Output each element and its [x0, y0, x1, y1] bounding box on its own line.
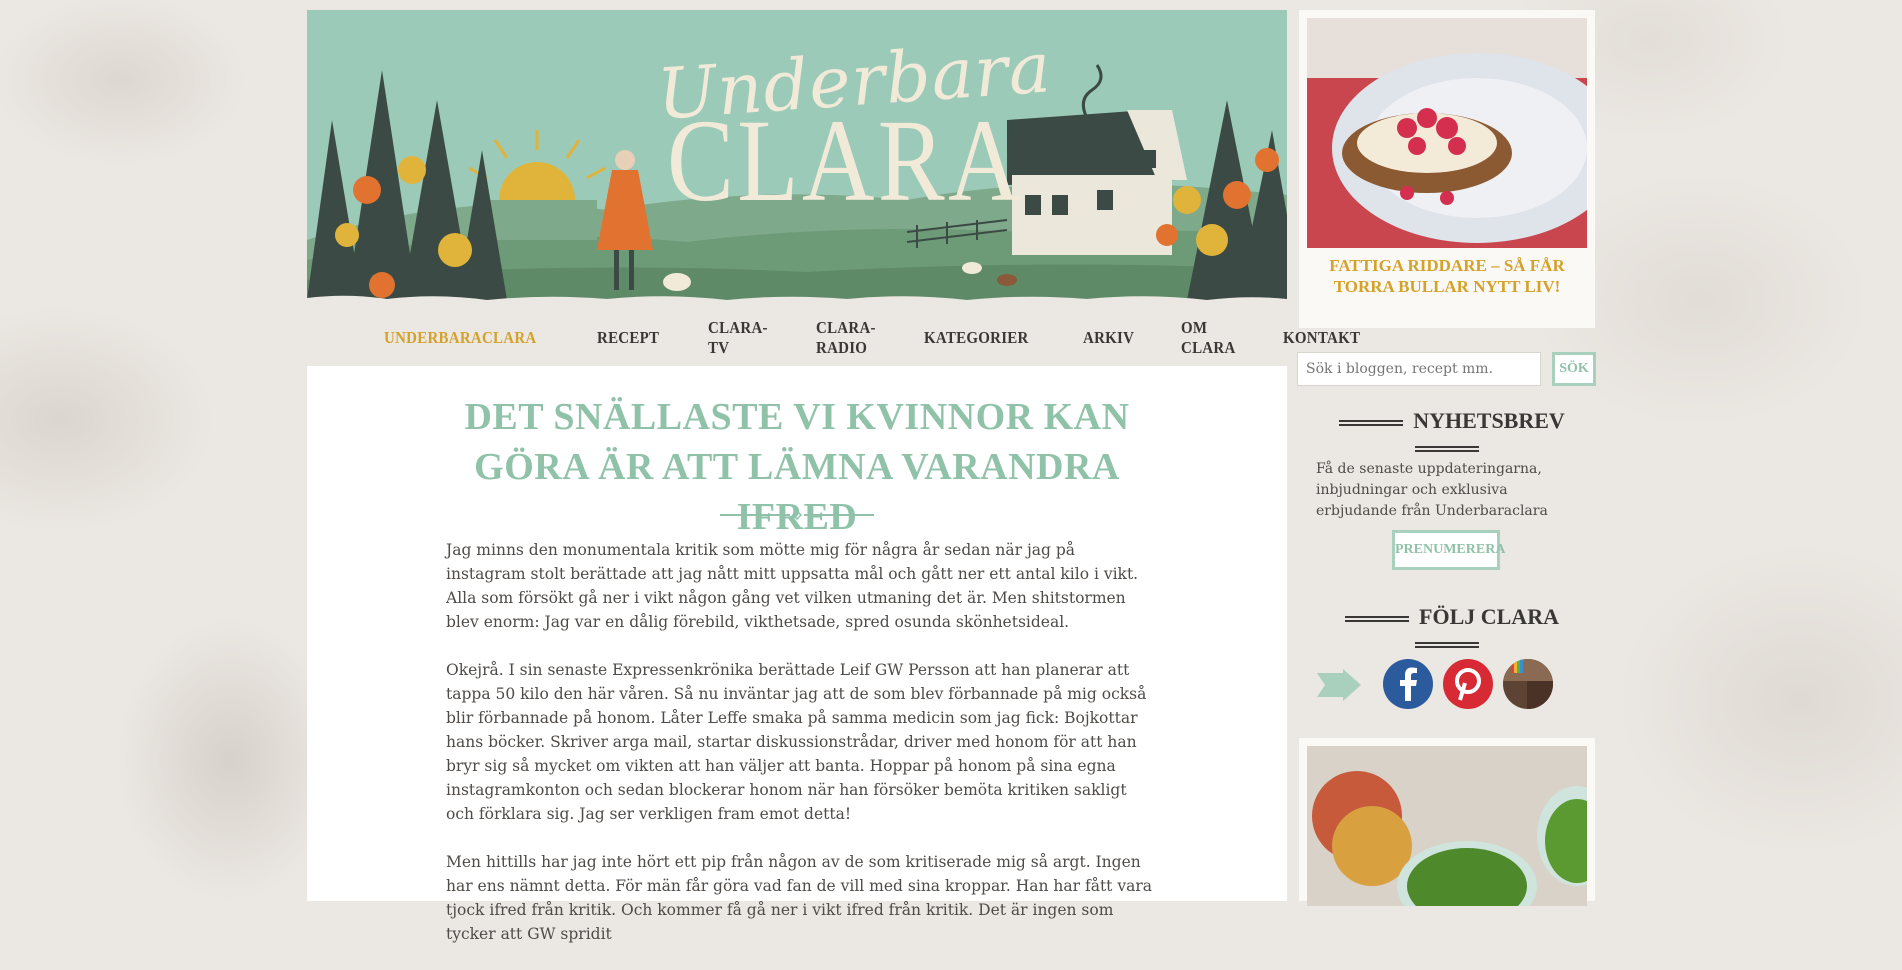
nav-item-clara-tv[interactable]: CLARA-TV	[708, 318, 768, 358]
search-button[interactable]: SÖK	[1552, 352, 1596, 386]
social-links	[1317, 658, 1597, 712]
post-paragraph: Okejrå. I sin senaste Expressenkrönika b…	[446, 661, 1147, 823]
nav-item-clara-radio[interactable]: CLARA-RADIO	[816, 318, 876, 358]
featured-post-image[interactable]	[1307, 18, 1587, 248]
post-body: Jag minns den monumentala kritik som möt…	[446, 538, 1156, 970]
site-header: Underbara CLARA	[307, 10, 1287, 308]
heading-rule	[1415, 445, 1479, 452]
post-content: DET SNÄLLASTE VI KVINNOR KAN GÖRA ÄR ATT…	[307, 366, 1287, 943]
follow-heading: FÖLJ CLARA	[1297, 604, 1597, 656]
featured-post-card[interactable]: FATTIGA RIDDARE – SÅ FÅR TORRA BULLAR NY…	[1299, 10, 1595, 328]
featured-post-card-2[interactable]	[1299, 738, 1595, 906]
post-paragraph: Men hittills har jag inte hört ett pip f…	[446, 853, 1152, 943]
sidebar: FATTIGA RIDDARE – SÅ FÅR TORRA BULLAR NY…	[1297, 10, 1597, 906]
green-smoothie-photo	[1307, 746, 1587, 906]
nav-item-underbaraclara[interactable]: UNDERBARACLARA	[384, 328, 536, 348]
featured-post-title[interactable]: FATTIGA RIDDARE – SÅ FÅR TORRA BULLAR NY…	[1309, 255, 1585, 297]
chicken-illustration	[962, 262, 982, 274]
newsletter-heading-text: NYHETSBREV	[1413, 408, 1565, 433]
facebook-icon[interactable]	[1383, 659, 1433, 709]
follow-heading-text: FÖLJ CLARA	[1419, 604, 1559, 629]
newsletter-heading: NYHETSBREV	[1297, 408, 1597, 460]
torn-paper-edge	[1299, 318, 1595, 327]
arrow-icon	[1317, 669, 1361, 701]
heading-rule	[1345, 615, 1410, 622]
goose-illustration	[663, 273, 691, 291]
logo-main-title: CLARA	[667, 95, 1024, 226]
nav-item-kategorier[interactable]: KATEGORIER	[924, 328, 1029, 348]
search-input[interactable]	[1297, 352, 1541, 386]
instagram-icon[interactable]	[1503, 659, 1553, 709]
nav-item-om-clara[interactable]: OM CLARA	[1181, 318, 1236, 358]
newsletter-description: Få de senaste uppdateringarna, inbjudnin…	[1316, 461, 1548, 519]
heading-rule	[1415, 641, 1479, 648]
french-toast-photo	[1307, 18, 1587, 248]
subscribe-button[interactable]: PRENUMERERA	[1392, 530, 1505, 570]
heading-rule	[1339, 419, 1404, 426]
featured-post-image-2[interactable]	[1307, 746, 1587, 906]
title-divider	[720, 510, 874, 520]
nav-item-recept[interactable]: RECEPT	[597, 328, 659, 348]
chicken-illustration	[997, 274, 1017, 286]
post-paragraph: Jag minns den monumentala kritik som möt…	[446, 541, 1139, 631]
pinterest-icon[interactable]	[1443, 659, 1493, 709]
header-banner-illustration[interactable]: Underbara CLARA	[307, 10, 1287, 305]
main-navigation: UNDERBARACLARA RECEPT CLARA-TV CLARA-RAD…	[307, 310, 1360, 366]
nav-item-arkiv[interactable]: ARKIV	[1083, 328, 1134, 348]
